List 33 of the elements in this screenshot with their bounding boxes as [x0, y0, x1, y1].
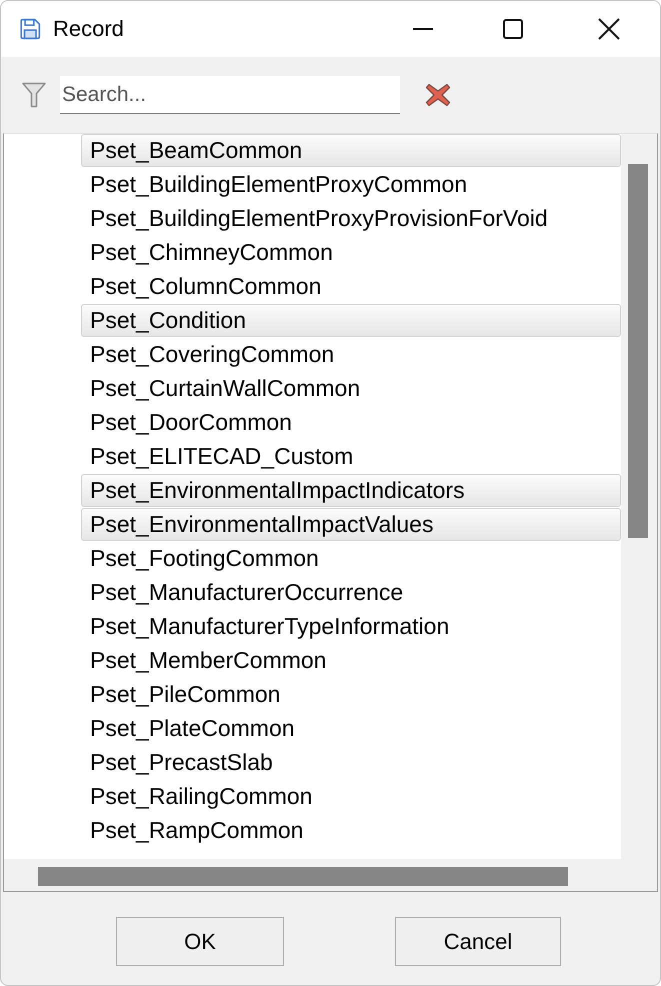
list-item[interactable]: Pset_ColumnCommon — [81, 270, 621, 303]
dialog-button[interactable]: OK — [116, 917, 284, 966]
list-item[interactable]: Pset_PrecastSlab — [81, 746, 621, 779]
list-item[interactable]: Pset_MemberCommon — [81, 644, 621, 677]
minimize-icon — [413, 28, 433, 30]
list-item[interactable]: Pset_ManufacturerOccurrence — [81, 576, 621, 609]
maximize-icon — [503, 19, 523, 39]
list-item[interactable]: Pset_ChimneyCommon — [81, 236, 621, 269]
x-mark-icon — [425, 83, 451, 107]
scrollbar-thumb[interactable] — [628, 164, 648, 538]
list-item[interactable]: Pset_EnvironmentalImpactValues — [81, 508, 621, 541]
list-item[interactable]: Pset_BeamCommon — [81, 134, 621, 167]
clear-search-button[interactable] — [425, 83, 451, 107]
list-item[interactable]: Pset_CurtainWallCommon — [81, 372, 621, 405]
list-item[interactable]: Pset_BuildingElementProxyCommon — [81, 168, 621, 201]
filter-icon — [22, 82, 46, 108]
list-item[interactable]: Pset_PileCommon — [81, 678, 621, 711]
list-item[interactable]: Pset_Condition — [81, 304, 621, 337]
search-field[interactable]: Search... — [60, 76, 400, 114]
list-item[interactable]: Pset_CoveringCommon — [81, 338, 621, 371]
list-item[interactable]: Pset_ManufacturerTypeInformation — [81, 610, 621, 643]
list-item[interactable]: Pset_PlateCommon — [81, 712, 621, 745]
dialog-button[interactable]: Cancel — [395, 917, 561, 966]
list-item[interactable]: Pset_FootingCommon — [81, 542, 621, 575]
list-item[interactable]: Pset_DoorCommon — [81, 406, 621, 439]
list-item[interactable]: Pset_EnvironmentalImpactIndicators — [81, 474, 621, 507]
list-item[interactable]: Pset_RailingCommon — [81, 780, 621, 813]
list-item[interactable]: Pset_BuildingElementProxyProvisionForVoid — [81, 202, 621, 235]
close-icon — [598, 18, 620, 40]
window-title: Record — [53, 16, 124, 42]
list-item[interactable]: Pset_RampCommon — [81, 814, 621, 847]
list-item[interactable]: Pset_ELITECAD_Custom — [81, 440, 621, 473]
scrollbar-thumb[interactable] — [38, 867, 568, 886]
